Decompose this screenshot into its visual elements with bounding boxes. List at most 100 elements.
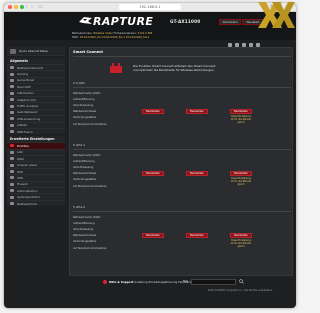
band-row-label: Verbindungsstärke bbox=[73, 178, 97, 182]
band-row-label: Netzwerkschlüssel bbox=[73, 172, 97, 176]
sidebar-item-label: Traffic Analyzer bbox=[17, 104, 39, 109]
band-edit-button[interactable]: Bearbeiten bbox=[186, 171, 208, 177]
band-edit-button[interactable]: Bearbeiten bbox=[230, 171, 252, 177]
sidebar-item-label: VPN Fusion bbox=[17, 129, 33, 134]
rog-eye-logo-icon bbox=[79, 17, 92, 24]
sidebar-item-label: LAN bbox=[17, 150, 23, 155]
sidebar-item-icon bbox=[10, 182, 14, 186]
minimize-icon[interactable] bbox=[14, 5, 18, 9]
band-row-label: Authentifizierung bbox=[73, 221, 95, 225]
general-section: Allgemein Netzwerkübersicht Gaming Game Bo… bbox=[7, 58, 65, 135]
band-row: Auf Standard zurücksetzen bbox=[73, 245, 291, 251]
band-section: 5 GHz-1 Netzwerkname (SSID) Authentifizier… bbox=[73, 143, 291, 189]
page-description: Die Funktion Smart Connect aktiviert den… bbox=[133, 64, 253, 72]
band-row-label: Authentifizierung bbox=[73, 97, 95, 101]
sidebar-item-icon bbox=[10, 123, 14, 127]
firmware-value[interactable]: 3.0.0.4.384 bbox=[138, 32, 153, 35]
sidebar-item-icon bbox=[10, 98, 14, 102]
footer-links[interactable]: Hilfe & Support Anleitung Produktregistr… bbox=[109, 280, 192, 284]
back-icon[interactable]: ‹ bbox=[26, 4, 28, 10]
sidebar-toggle-icon[interactable]: ▭ bbox=[38, 4, 43, 10]
sidebar-item-icon bbox=[10, 66, 14, 70]
sidebar-item-label: Adaptive QoS bbox=[17, 97, 36, 102]
sidebar-item-label: Administration bbox=[17, 188, 38, 193]
forward-icon[interactable]: › bbox=[31, 4, 33, 10]
band-edit-button[interactable]: Bearbeiten bbox=[186, 233, 208, 239]
faq-label: FAQ bbox=[183, 280, 189, 283]
sidebar-item-netzwerktools[interactable]: Netzwerktools bbox=[7, 199, 65, 206]
copyright: 2018 ASUSTeK Computer Inc. Alle Rechte v… bbox=[207, 289, 273, 292]
band-row-label: Netzwerkname (SSID) bbox=[73, 215, 101, 219]
ssid-label: SSID: bbox=[72, 36, 79, 39]
band-title: 5 GHz-1 bbox=[73, 143, 86, 147]
sidebar-item-label: Netzwerkübersicht bbox=[17, 65, 44, 70]
band-section: 2.4 GHz Netzwerkname (SSID) Authentifizier… bbox=[73, 81, 291, 127]
firmware-label: Firmware-Version: bbox=[113, 32, 137, 35]
sidebar-item-label: Gaming bbox=[17, 72, 28, 77]
sidebar-item-label: Game Boost bbox=[17, 78, 35, 83]
band-divider bbox=[73, 211, 291, 212]
band-edit-button[interactable]: Bearbeiten bbox=[230, 233, 252, 239]
browser-titlebar: ‹ › ▭ 192.168.0.1 ⇪ + bbox=[4, 3, 296, 12]
band-edit-button[interactable]: Bearbeiten bbox=[230, 109, 252, 115]
band-row-label: Auf Standard zurücksetzen bbox=[73, 246, 107, 250]
band-edit-button[interactable]: Bearbeiten bbox=[142, 109, 164, 115]
sidebar-item-icon bbox=[10, 78, 14, 82]
band-edit-button[interactable]: Bearbeiten bbox=[142, 171, 164, 177]
band-title: 2.4 GHz bbox=[73, 81, 85, 85]
ssid-values: GT-AX11000_2G GT-AX11000_5G-1 GT-AX11000… bbox=[79, 36, 150, 39]
sidebar-item-icon bbox=[10, 189, 14, 193]
sidebar-item-icon bbox=[10, 91, 14, 95]
quick-setup-block: Quick Internet Setup bbox=[7, 47, 65, 56]
op-mode-value[interactable]: Wireless router bbox=[93, 32, 113, 35]
band-edit-button[interactable]: Bearbeiten bbox=[142, 233, 164, 239]
sidebar-item-icon bbox=[10, 144, 14, 148]
band-divider bbox=[73, 87, 291, 88]
watermark-logo-icon bbox=[258, 2, 295, 28]
sidebar-item-quick-internet[interactable]: Quick Internet Setup bbox=[7, 47, 65, 56]
sidebar-item-icon bbox=[10, 72, 14, 76]
sidebar-item-label: Netzwerktools bbox=[17, 201, 37, 206]
footer: Hilfe & Support Anleitung Produktregistr… bbox=[69, 279, 293, 287]
band-row-label: Authentifizierung bbox=[73, 159, 95, 163]
sidebar-item-label: Firewall bbox=[17, 182, 28, 187]
maximize-icon[interactable] bbox=[20, 5, 24, 9]
sidebar-item-label: Gast-Netzwerk bbox=[17, 110, 38, 115]
sidebar-item-label: IPv6 bbox=[17, 169, 23, 174]
address-bar[interactable]: 192.168.0.1 bbox=[119, 4, 181, 10]
browser-window: ‹ › ▭ 192.168.0.1 ⇪ + RAPTURE GT-AX11000… bbox=[4, 3, 296, 308]
band-row-label: Verschlüsselung bbox=[73, 103, 94, 107]
search-icon[interactable] bbox=[239, 279, 244, 284]
faq-search-input[interactable] bbox=[191, 279, 236, 285]
sidebar-item-label: WAN bbox=[17, 156, 24, 161]
close-icon[interactable] bbox=[8, 5, 12, 9]
sidebar-item-icon bbox=[10, 130, 14, 134]
sidebar-item-label: AiMesh bbox=[17, 123, 28, 128]
sidebar: Quick Internet Setup Allgemein Netzwerkü… bbox=[7, 47, 65, 272]
sidebar-item-label: Drahtlos bbox=[17, 143, 29, 148]
op-mode-label: Betriebsmodus: bbox=[72, 32, 93, 35]
sidebar-item-label: AiProtection bbox=[17, 91, 34, 96]
band-row-label: Auf Standard zurücksetzen bbox=[73, 184, 107, 188]
band-edit-button[interactable]: Bearbeiten bbox=[186, 109, 208, 115]
window-controls bbox=[8, 5, 24, 9]
band-divider bbox=[73, 149, 291, 150]
sidebar-item-icon bbox=[10, 170, 14, 174]
band-section: 5 GHz-2 Netzwerkname (SSID) Authentifizier… bbox=[73, 205, 291, 251]
band-row-label: Verbindungsstärke bbox=[73, 116, 97, 120]
help-support-label: Hilfe & Support bbox=[109, 280, 134, 284]
sidebar-item-icon bbox=[10, 176, 14, 180]
logout-button[interactable]: Abmelden bbox=[219, 19, 241, 25]
sidebar-item-icon bbox=[10, 104, 14, 108]
sidebar-item-icon bbox=[10, 157, 14, 161]
band-row-label: Verschlüsselung bbox=[73, 165, 94, 169]
help-icon bbox=[103, 280, 107, 284]
sidebar-item-vpn-fusion[interactable]: VPN Fusion bbox=[7, 127, 65, 134]
sidebar-item-label: Systemprotokoll bbox=[17, 195, 40, 200]
model-name: GT-AX11000 bbox=[170, 19, 201, 24]
advanced-section: Erweiterte Einstellungen Drahtlos LAN WAN A… bbox=[7, 136, 65, 207]
sidebar-item-label: USB-Anwendung bbox=[17, 116, 41, 121]
page-title: Smart Connect bbox=[73, 50, 104, 54]
sidebar-item-icon bbox=[10, 163, 14, 167]
sidebar-item-icon bbox=[10, 150, 14, 154]
